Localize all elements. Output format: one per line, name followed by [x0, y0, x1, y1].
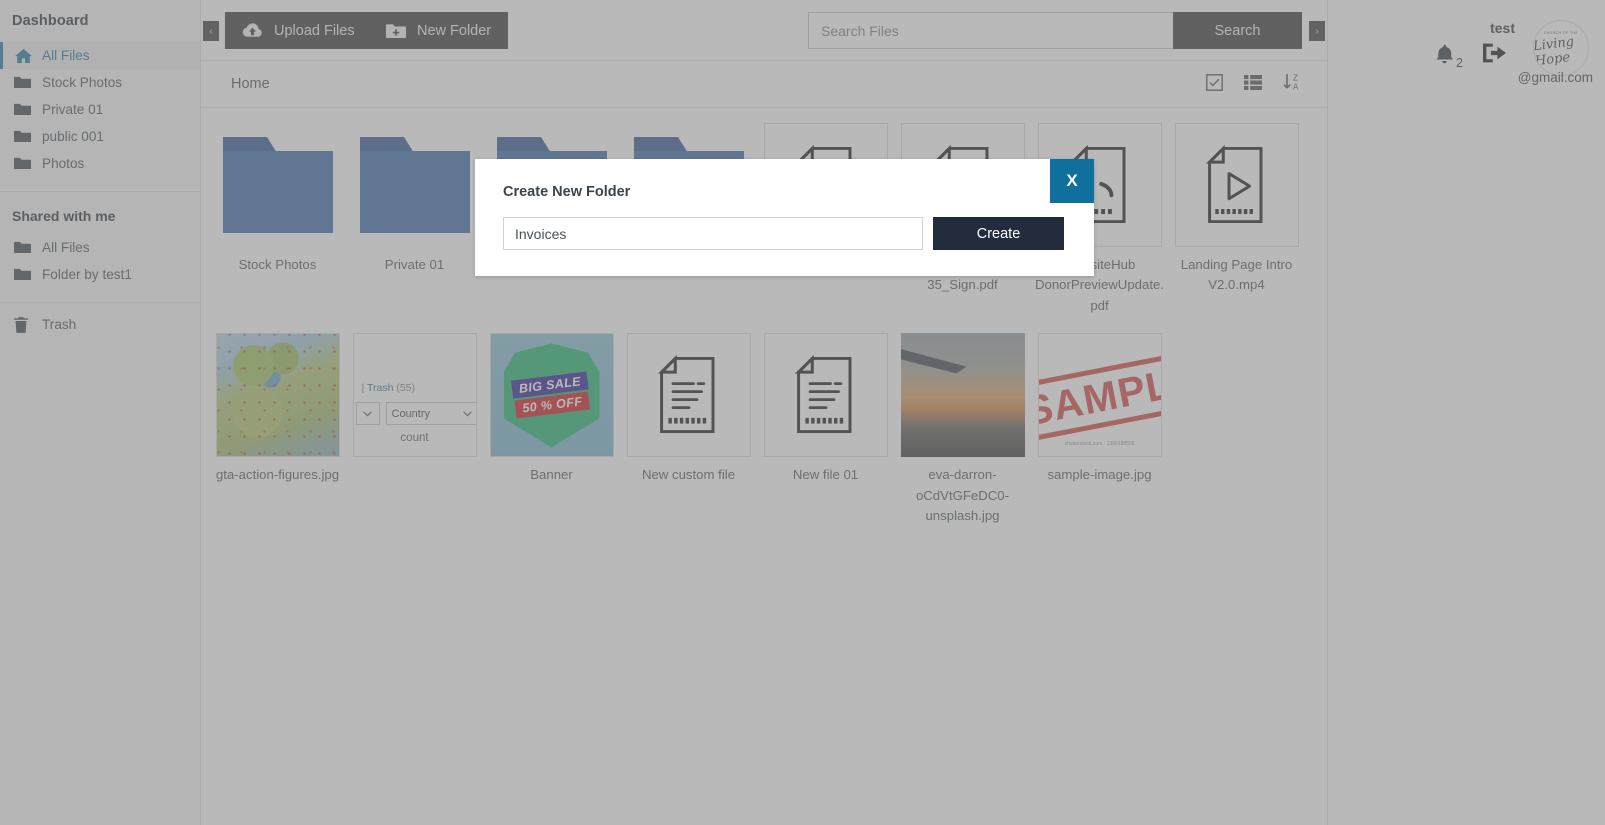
- modal-backdrop[interactable]: [0, 0, 1605, 825]
- create-new-folder-dialog: Create New Folder Create X: [475, 159, 1094, 276]
- close-dialog-button[interactable]: X: [1050, 159, 1094, 203]
- dialog-title: Create New Folder: [503, 184, 631, 200]
- folder-name-input[interactable]: [503, 217, 923, 250]
- create-folder-button[interactable]: Create: [933, 217, 1064, 250]
